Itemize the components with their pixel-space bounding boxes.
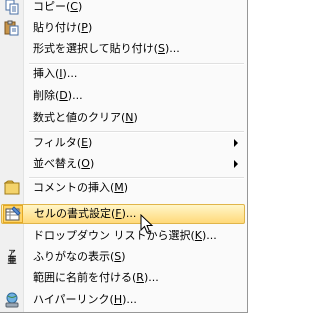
menu-item-label: ハイパーリンク(H)...: [33, 293, 137, 306]
menu-item-label: 数式と値のクリア(N): [33, 111, 138, 124]
context-menu: コピー(C) 貼り付け(P) 形式を選択して貼り付け(S)... 挿入(I)..…: [0, 0, 248, 313]
menu-item-label: 範囲に名前を付ける(R)...: [33, 271, 159, 284]
copy-icon: [5, 0, 19, 15]
menu-item-delete[interactable]: 削除(D)...: [0, 86, 246, 106]
menu-item-copy[interactable]: コピー(C): [0, 0, 246, 17]
format-cells-icon: [5, 206, 21, 221]
mouse-pointer-icon: [140, 214, 154, 234]
menu-item-label: 貼り付け(P): [33, 21, 93, 34]
menu-item-label: ドロップダウン リストから選択(K)...: [33, 229, 217, 242]
submenu-arrow-icon: [234, 139, 238, 147]
menu-item-label: 形式を選択して貼り付け(S)...: [33, 42, 180, 55]
furigana-icon-bottom: 亜: [7, 256, 17, 266]
paste-icon: [4, 20, 19, 36]
menu-item-insert-comment[interactable]: コメントの挿入(M): [0, 178, 246, 198]
menu-item-define-name[interactable]: 範囲に名前を付ける(R)...: [0, 268, 246, 288]
hyperlink-icon: [5, 292, 19, 308]
menu-item-label: コピー(C): [33, 0, 83, 13]
menu-item-label: 挿入(I)...: [33, 67, 78, 80]
menu-item-label: フィルタ(E): [33, 136, 93, 149]
furigana-icon: ア 亜: [4, 249, 20, 266]
menu-item-sort[interactable]: 並べ替え(O): [0, 154, 246, 174]
menu-item-paste-special[interactable]: 形式を選択して貼り付け(S)...: [0, 39, 246, 59]
menu-item-filter[interactable]: フィルタ(E): [0, 133, 246, 153]
menu-item-label: セルの書式設定(F)...: [34, 207, 137, 220]
menu-item-label: コメントの挿入(M): [33, 181, 129, 194]
submenu-arrow-icon: [234, 160, 238, 168]
menu-item-clear-contents[interactable]: 数式と値のクリア(N): [0, 108, 246, 128]
menu-item-hyperlink[interactable]: ハイパーリンク(H)...: [0, 290, 246, 310]
menu-item-paste[interactable]: 貼り付け(P): [0, 18, 246, 38]
menu-item-show-furigana[interactable]: ア 亜 ふりがなの表示(S): [0, 247, 246, 267]
comment-icon: [4, 180, 20, 195]
menu-item-insert[interactable]: 挿入(I)...: [0, 64, 246, 84]
menu-item-format-cells[interactable]: セルの書式設定(F)...: [1, 204, 245, 224]
menu-item-label: 削除(D)...: [33, 89, 83, 102]
menu-item-label: ふりがなの表示(S): [33, 250, 126, 263]
menu-item-pick-from-list[interactable]: ドロップダウン リストから選択(K)...: [0, 226, 246, 246]
menu-item-label: 並べ替え(O): [33, 157, 95, 170]
